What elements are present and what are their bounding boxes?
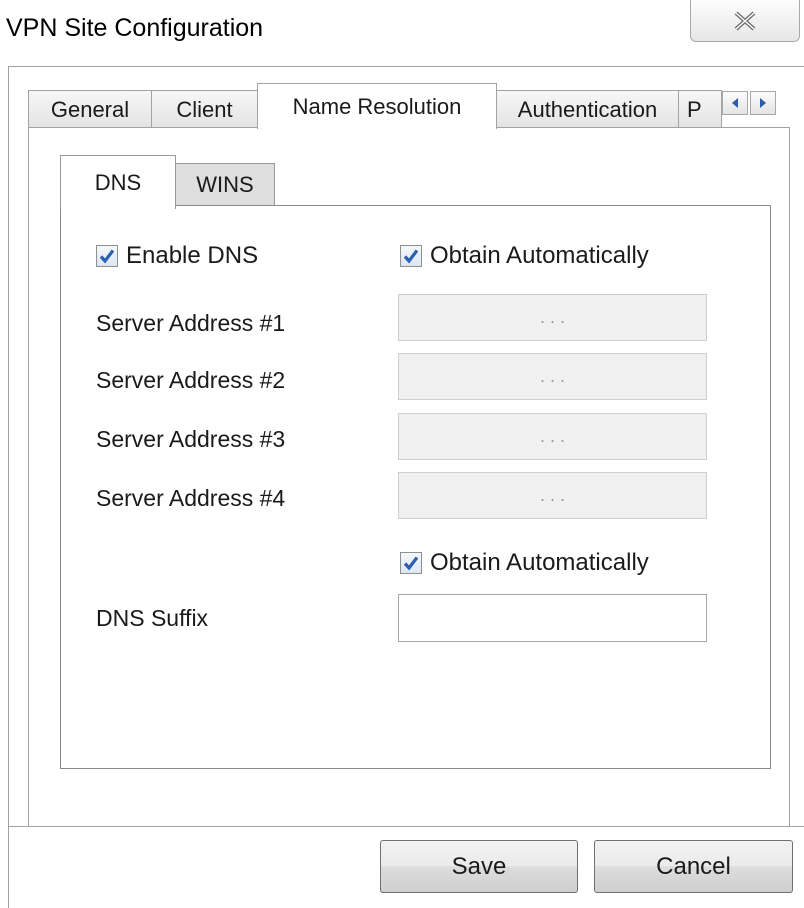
dns-suffix-label: DNS Suffix: [96, 605, 209, 631]
ip-field-dots: . . .: [539, 485, 565, 505]
tab-general[interactable]: General: [28, 90, 152, 128]
obtain-suffix-automatically-checkbox[interactable]: Obtain Automatically: [400, 549, 649, 577]
triangle-right-icon: [760, 98, 766, 108]
tab-p-truncated[interactable]: P: [678, 90, 722, 128]
triangle-left-icon: [732, 98, 738, 108]
server-address-1-input[interactable]: . . .: [398, 294, 707, 341]
ip-field-dots: . . .: [539, 307, 565, 327]
enable-dns-checkbox[interactable]: Enable DNS: [96, 242, 258, 270]
obtain-servers-automatically-checkbox[interactable]: Obtain Automatically: [400, 242, 649, 270]
enable-dns-label: Enable DNS: [126, 242, 259, 269]
tab-scroll-left-button[interactable]: [722, 91, 748, 115]
checkbox-box: [400, 245, 422, 267]
window-title: VPN Site Configuration: [6, 14, 264, 42]
tab-client[interactable]: Client: [151, 90, 258, 128]
tab-dns[interactable]: DNS: [60, 155, 176, 209]
frame-border-top: [8, 66, 804, 67]
server-address-4-label: Server Address #4: [96, 485, 286, 511]
checkmark-icon: [403, 556, 419, 571]
save-button[interactable]: Save: [380, 840, 578, 893]
obtain-automatically-label: Obtain Automatically: [430, 549, 649, 576]
server-address-2-label: Server Address #2: [96, 367, 286, 393]
tab-authentication[interactable]: Authentication: [496, 90, 679, 128]
frame-border-left: [8, 66, 9, 908]
cancel-button[interactable]: Cancel: [594, 840, 793, 893]
dns-suffix-input[interactable]: [398, 594, 707, 642]
checkbox-box: [400, 552, 422, 574]
tab-scroll-right-button[interactable]: [750, 91, 776, 115]
ip-field-dots: . . .: [539, 366, 565, 386]
server-address-3-input[interactable]: . . .: [398, 413, 707, 460]
server-address-4-input[interactable]: . . .: [398, 472, 707, 519]
server-address-2-input[interactable]: . . .: [398, 353, 707, 400]
close-icon: [734, 11, 756, 30]
server-address-1-label: Server Address #1: [96, 310, 286, 336]
obtain-automatically-label: Obtain Automatically: [430, 242, 649, 269]
tab-name-resolution[interactable]: Name Resolution: [257, 83, 497, 129]
ip-field-dots: . . .: [539, 426, 565, 446]
checkmark-icon: [99, 249, 115, 264]
close-button[interactable]: [690, 0, 800, 42]
server-address-3-label: Server Address #3: [96, 426, 286, 452]
checkbox-box: [96, 245, 118, 267]
tab-wins[interactable]: WINS: [175, 163, 275, 205]
checkmark-icon: [403, 249, 419, 264]
